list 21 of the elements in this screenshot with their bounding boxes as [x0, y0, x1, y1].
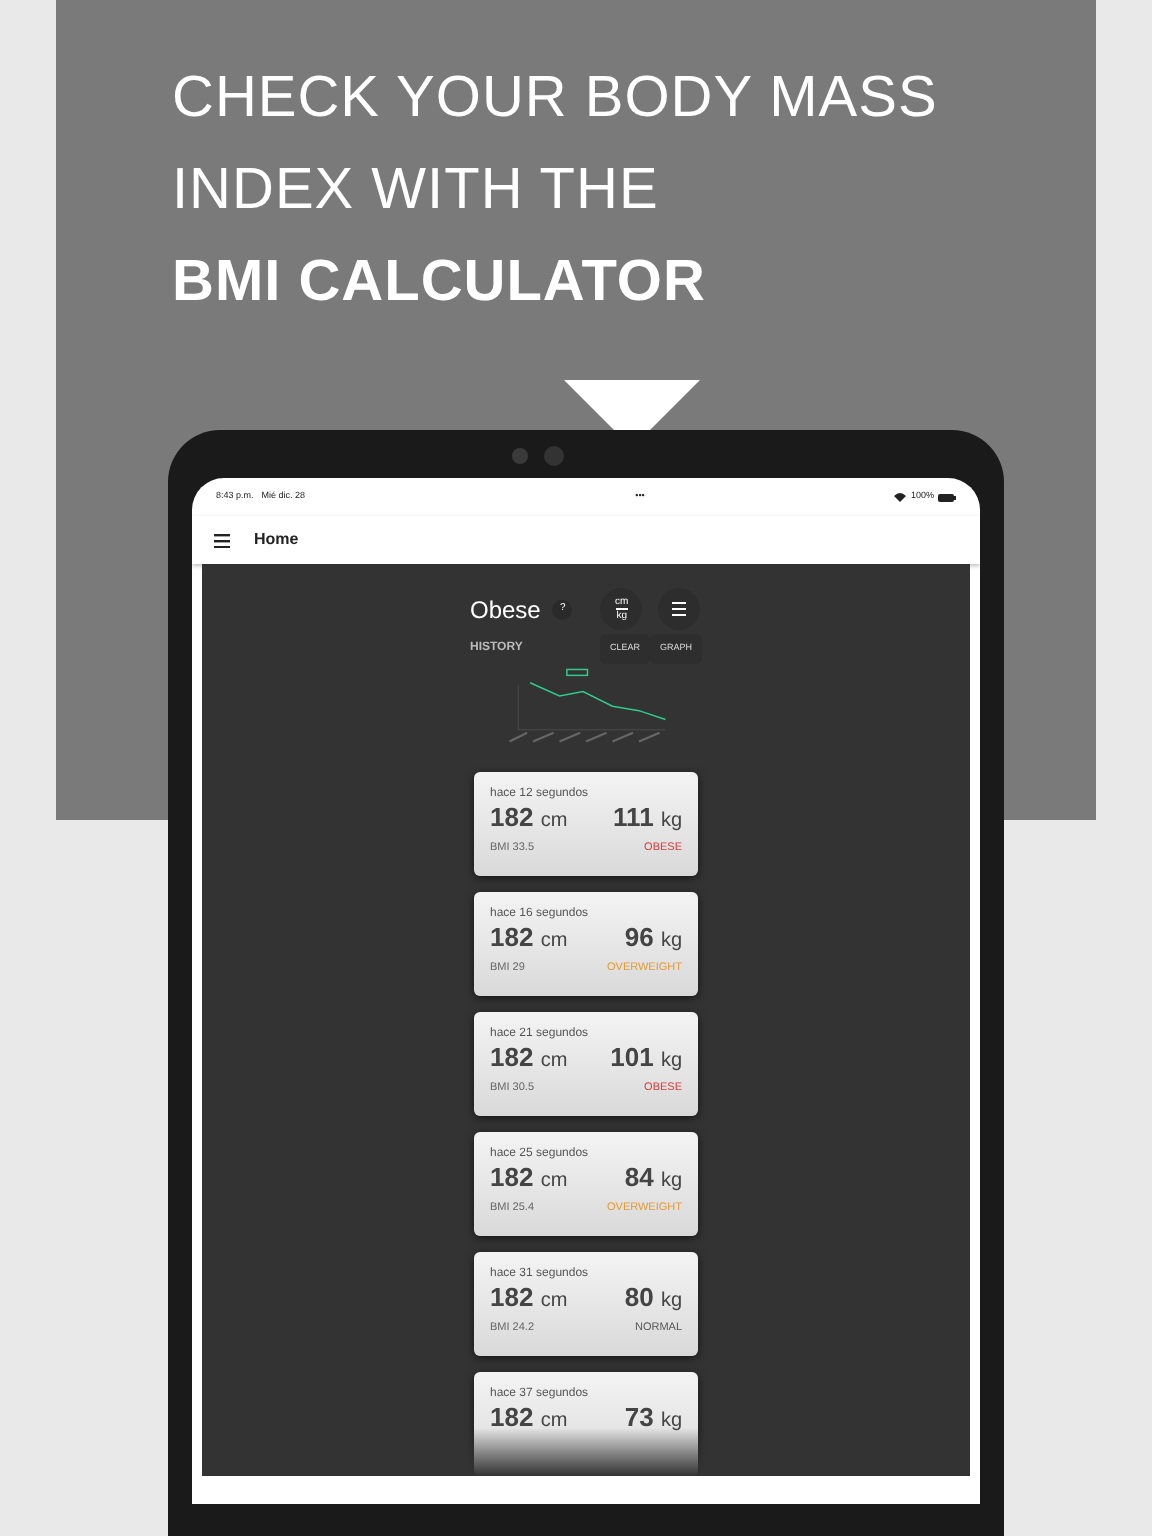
result-label: Obese — [470, 593, 541, 627]
weight-value: 73 kg — [624, 1402, 682, 1436]
headline-emphasis: BMI CALCULATOR — [172, 248, 708, 318]
headline-text: CHECK YOUR BODY MASS — [172, 64, 940, 134]
height-value: 182 cm — [490, 1282, 568, 1316]
menu-icon[interactable] — [214, 533, 230, 547]
weight-value: 84 kg — [624, 1162, 682, 1196]
weight-value: 101 kg — [610, 1042, 682, 1076]
height-value: 182 cm — [490, 1042, 568, 1076]
height-value: 182 cm — [490, 802, 568, 836]
headline-text: INDEX WITH THE — [172, 156, 661, 226]
weight-value: 96 kg — [624, 922, 682, 956]
app-bar-title: Home — [254, 528, 299, 552]
height-value: 182 cm — [490, 1162, 568, 1196]
height-value: 182 cm — [490, 922, 568, 956]
height-value: 182 cm — [490, 1402, 568, 1436]
battery-icon — [938, 493, 956, 501]
weight-value: 80 kg — [624, 1282, 682, 1316]
list-icon[interactable] — [658, 588, 701, 630]
wifi-icon — [894, 492, 907, 502]
weight-value: 111 kg — [613, 802, 682, 836]
